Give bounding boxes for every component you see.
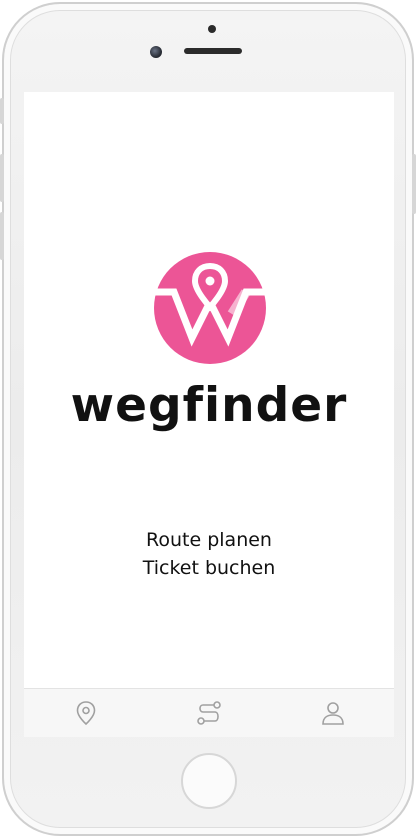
volume-up-button (0, 154, 4, 202)
route-icon (197, 701, 221, 725)
tab-profile[interactable] (317, 697, 349, 729)
tagline-route: Route planen (146, 529, 272, 551)
home-button[interactable] (181, 753, 237, 809)
front-camera (150, 46, 162, 58)
mute-switch (0, 98, 4, 124)
user-icon (322, 702, 344, 725)
tab-routes[interactable] (193, 697, 225, 729)
bottom-tab-bar (24, 688, 394, 737)
earpiece-speaker (184, 48, 242, 54)
power-button (412, 154, 416, 214)
brand-name: wegfinder (70, 378, 348, 433)
wegfinder-logo-icon (154, 252, 266, 364)
proximity-sensor (208, 25, 216, 33)
tab-locations[interactable] (70, 697, 102, 729)
tagline-ticket: Ticket buchen (142, 557, 276, 579)
location-pin-icon (76, 701, 96, 726)
volume-down-button (0, 212, 4, 260)
app-screen: wegfinder Route planen Ticket buchen (24, 92, 394, 688)
